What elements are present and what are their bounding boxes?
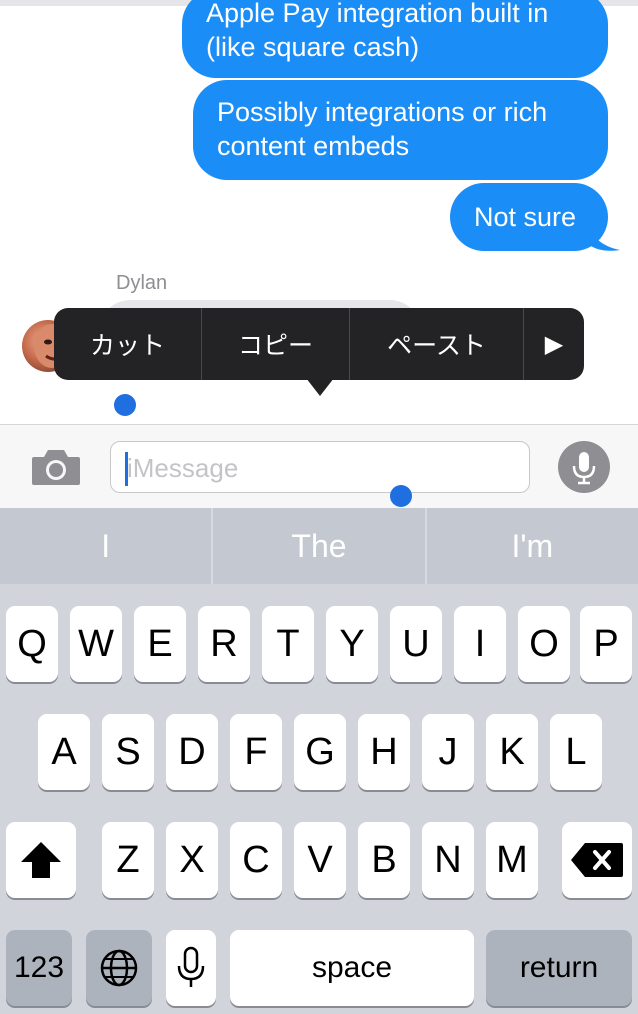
selection-handle[interactable] [390,485,412,507]
microphone-icon [177,946,205,987]
suggestion[interactable]: I'm [427,508,638,584]
message-text: Possibly integrations or rich [217,97,548,127]
shift-icon [21,842,61,878]
message-text: Apple Pay integration built in [206,0,549,28]
key-a[interactable]: A [38,714,90,790]
key-r[interactable]: R [198,606,250,682]
key-v[interactable]: V [294,822,346,898]
key-e[interactable]: E [134,606,186,682]
key-h[interactable]: H [358,714,410,790]
key-n[interactable]: N [422,822,474,898]
sender-name: Dylan [116,272,168,294]
edit-menu: カット コピー ペースト ▶ [54,308,584,380]
key-b[interactable]: B [358,822,410,898]
key-d[interactable]: D [166,714,218,790]
message-text: content embeds [217,131,410,161]
key-s[interactable]: S [102,714,154,790]
outgoing-message[interactable]: Not sure [450,183,608,251]
play-arrow-icon: ▶ [544,330,564,358]
key-x[interactable]: X [166,822,218,898]
menu-pointer [306,378,334,396]
imessage-field[interactable] [110,441,530,493]
key-p[interactable]: P [580,606,632,682]
message-input-bar [0,424,638,508]
message-input[interactable] [127,452,507,484]
bubble-tail [588,222,620,251]
key-t[interactable]: T [262,606,314,682]
key-o[interactable]: O [518,606,570,682]
outgoing-message[interactable]: Apple Pay integration built in (like squ… [182,0,608,78]
keyboard: Q W E R T Y U I O P A S D F G H J K L Z … [0,584,638,1014]
return-key-label: return [519,951,599,984]
key-c[interactable]: C [230,822,282,898]
numbers-key-label: 123 [13,951,65,984]
selection-handle[interactable] [114,394,136,416]
menu-more-button[interactable]: ▶ [524,308,584,380]
key-l[interactable]: L [550,714,602,790]
dictation-key[interactable] [166,930,216,1006]
menu-item-paste[interactable]: ペースト [350,308,524,380]
key-i[interactable]: I [454,606,506,682]
delete-icon [571,843,623,877]
shift-key[interactable] [6,822,76,898]
dictation-button[interactable] [558,441,610,493]
key-f[interactable]: F [230,714,282,790]
predictive-bar: I The I'm [0,508,638,584]
delete-key[interactable] [562,822,632,898]
outgoing-message[interactable]: Possibly integrations or rich content em… [193,80,608,180]
globe-key[interactable] [86,930,152,1006]
key-q[interactable]: Q [6,606,58,682]
key-z[interactable]: Z [102,822,154,898]
key-k[interactable]: K [486,714,538,790]
globe-icon [100,949,138,987]
return-key[interactable]: return [486,930,632,1006]
numbers-key[interactable]: 123 [6,930,72,1006]
key-y[interactable]: Y [326,606,378,682]
key-u[interactable]: U [390,606,442,682]
key-g[interactable]: G [294,714,346,790]
camera-icon[interactable] [30,447,82,487]
microphone-icon [572,452,596,485]
suggestion[interactable]: The [213,508,427,584]
conversation-area: Apple Pay integration built in (like squ… [0,0,638,424]
menu-item-cut[interactable]: カット [54,308,202,380]
menu-item-copy[interactable]: コピー [202,308,350,380]
key-j[interactable]: J [422,714,474,790]
key-w[interactable]: W [70,606,122,682]
space-key-label: space [311,951,393,984]
message-text: (like square cash) [206,32,420,62]
suggestion[interactable]: I [0,508,214,584]
space-key[interactable]: space [230,930,474,1006]
message-text: Not sure [474,202,577,232]
key-m[interactable]: M [486,822,538,898]
